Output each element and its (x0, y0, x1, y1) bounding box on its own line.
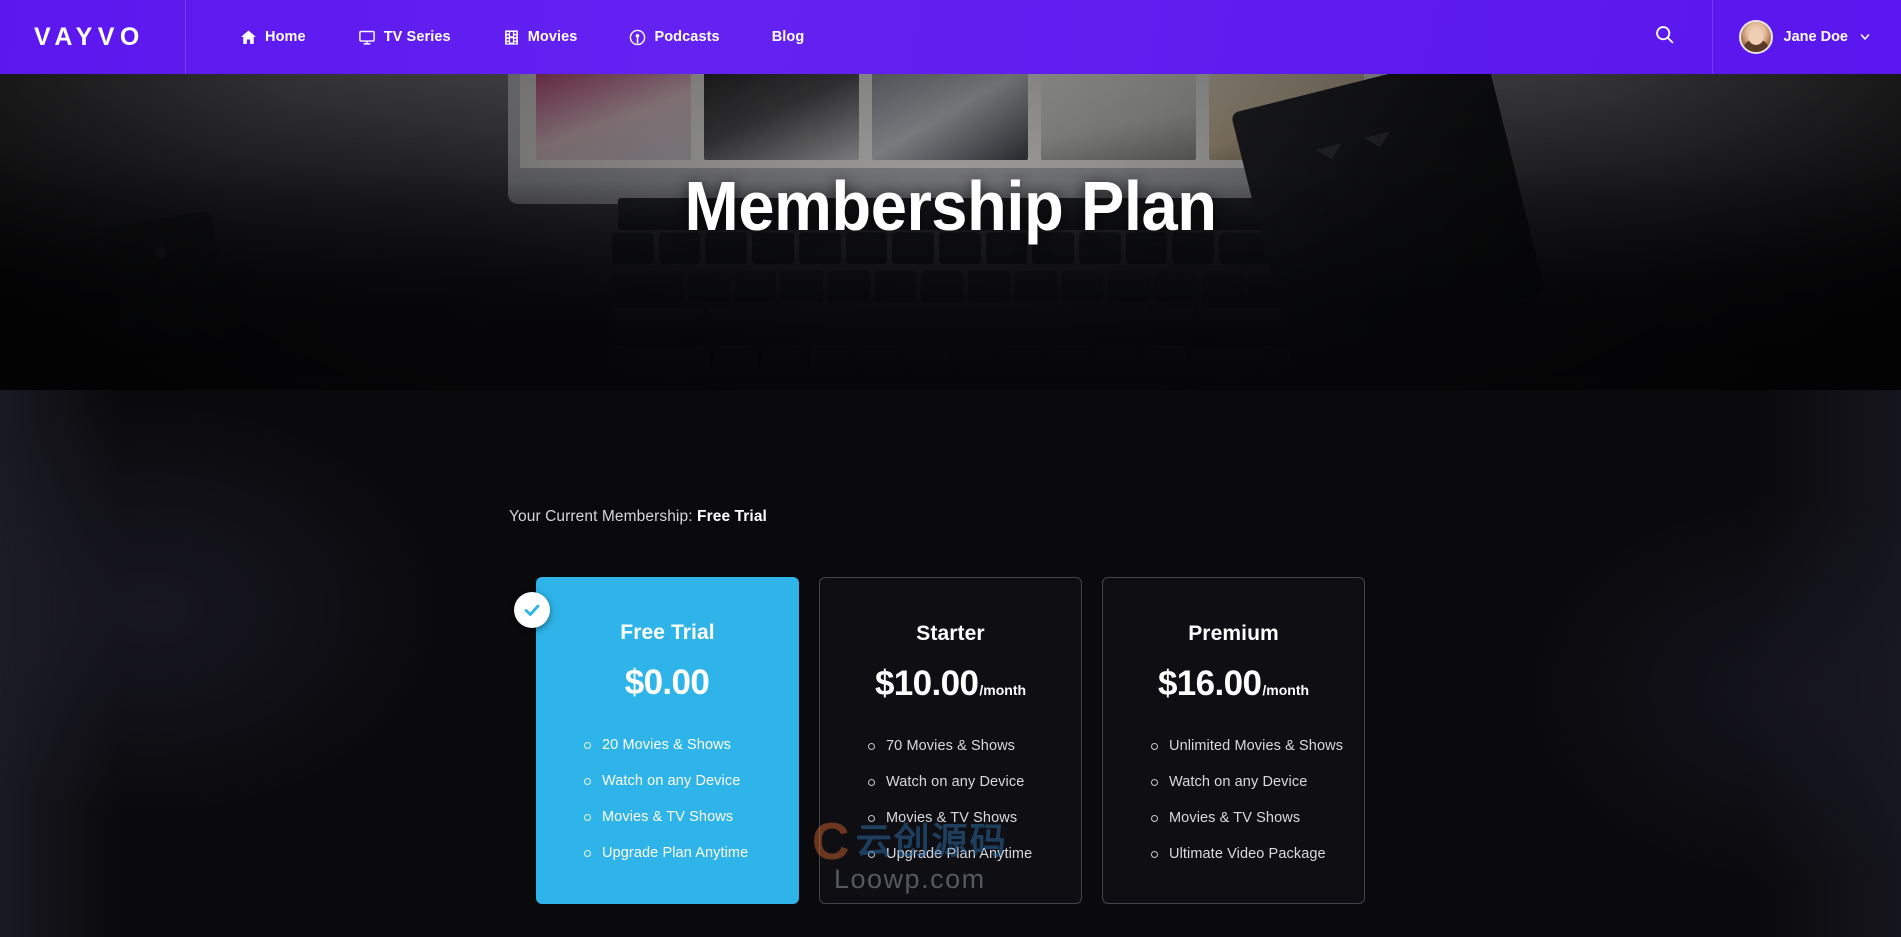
avatar (1738, 20, 1773, 54)
nav-item-blog[interactable]: Blog (746, 0, 831, 74)
plan-price-row: $10.00 /month (820, 664, 1081, 704)
current-membership-status: Your Current Membership: Free Trial (509, 508, 767, 526)
feature-item: Upgrade Plan Anytime (868, 842, 1081, 866)
nav-label-movies: Movies (527, 29, 578, 45)
nav-item-home[interactable]: Home (214, 0, 332, 74)
feature-item: 20 Movies & Shows (584, 733, 799, 757)
nav-label-blog: Blog (771, 29, 805, 45)
chevron-down-icon (1859, 31, 1871, 43)
feature-item: Watch on any Device (1151, 770, 1364, 794)
nav-label-home: Home (265, 29, 306, 45)
plan-name: Free Trial (620, 621, 715, 644)
user-name: Jane Doe (1783, 29, 1848, 45)
feature-item: Watch on any Device (584, 769, 799, 793)
plan-feature-list: 70 Movies & Shows Watch on any Device Mo… (820, 734, 1081, 866)
plan-name: Premium (1188, 622, 1279, 645)
site-header: VAYVO Home TV Series Movies Podcasts Blo… (0, 0, 1901, 74)
check-icon (524, 604, 540, 616)
logo-text: VAYVO (34, 22, 145, 51)
nav-label-tv-series: TV Series (383, 29, 451, 45)
plan-period: /month (979, 682, 1027, 698)
feature-item: Movies & TV Shows (584, 805, 799, 829)
plan-price: $10.00 (874, 664, 979, 703)
podcast-icon (629, 29, 646, 46)
user-menu[interactable]: Jane Doe (1711, 0, 1901, 74)
nav-item-movies[interactable]: Movies (477, 0, 604, 74)
plan-feature-list: Unlimited Movies & Shows Watch on any De… (1103, 734, 1364, 866)
plan-price-row: $0.00 (536, 663, 799, 703)
search-button[interactable] (1634, 0, 1696, 74)
nav-item-tv-series[interactable]: TV Series (332, 0, 477, 74)
feature-item: Watch on any Device (868, 770, 1081, 794)
plan-feature-list: 20 Movies & Shows Watch on any Device Mo… (536, 733, 799, 865)
plan-card-starter[interactable]: Starter $10.00 /month 70 Movies & Shows … (819, 577, 1082, 904)
feature-item: Movies & TV Shows (1151, 806, 1364, 830)
feature-item: Upgrade Plan Anytime (584, 841, 799, 865)
plan-card-premium[interactable]: Premium $16.00 /month Unlimited Movies &… (1102, 577, 1365, 904)
plan-period: /month (1262, 682, 1310, 698)
film-icon (503, 29, 520, 46)
plan-price: $16.00 (1157, 664, 1262, 703)
main-navigation: Home TV Series Movies Podcasts Blog (214, 0, 830, 74)
nav-label-podcasts: Podcasts (654, 29, 720, 45)
selected-check-badge (514, 592, 550, 628)
header-right-section: Jane Doe (1634, 0, 1901, 74)
feature-item: Movies & TV Shows (868, 806, 1081, 830)
plan-price-row: $16.00 /month (1103, 664, 1364, 704)
feature-item: Ultimate Video Package (1151, 842, 1364, 866)
search-icon (1654, 24, 1675, 50)
current-membership-value: Free Trial (697, 508, 767, 525)
current-membership-label: Your Current Membership: (509, 508, 693, 525)
feature-item: 70 Movies & Shows (868, 734, 1081, 758)
plan-name: Starter (916, 622, 985, 645)
plan-card-free-trial[interactable]: Free Trial $0.00 20 Movies & Shows Watch… (514, 577, 799, 904)
logo[interactable]: VAYVO (0, 0, 186, 74)
feature-item: Unlimited Movies & Shows (1151, 734, 1364, 758)
pricing-plans: Free Trial $0.00 20 Movies & Shows Watch… (514, 577, 1371, 904)
home-icon (240, 29, 257, 46)
tv-icon (358, 29, 376, 46)
plan-price: $0.00 (624, 663, 710, 702)
nav-item-podcasts[interactable]: Podcasts (603, 0, 745, 74)
membership-plan-page: VAYVO Home TV Series Movies Podcasts Blo… (0, 0, 1901, 937)
page-title: Membership Plan (684, 167, 1217, 245)
